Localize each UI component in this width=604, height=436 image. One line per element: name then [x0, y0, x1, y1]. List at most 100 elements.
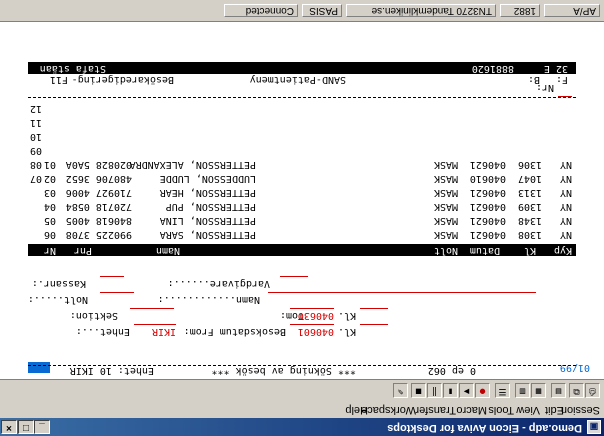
row-kod: MASK [433, 159, 458, 170]
form-vardgivare-label: Vardgivare......: [167, 278, 270, 289]
screen-id: 32 E [543, 63, 568, 74]
status-port: 1882 [500, 4, 540, 17]
row-name: PETTERSSON, PUP [165, 201, 256, 212]
minimize-button[interactable]: _ [34, 420, 50, 434]
form-enhet-value[interactable]: IKIR [152, 325, 176, 337]
row-kod: MASK [433, 173, 458, 184]
list-icon[interactable]: ☰ [495, 383, 510, 398]
disk-icon[interactable]: ▦ [531, 383, 546, 398]
menu-macro[interactable]: Macro [456, 404, 487, 416]
empty-row-nr: 11 [29, 117, 42, 128]
script-icon[interactable]: ✎ [393, 383, 408, 398]
step-icon[interactable]: ▮ [443, 383, 458, 398]
row-nr[interactable]: 06 [44, 228, 56, 240]
empty-row-nr: 08 [29, 159, 42, 170]
row-kod: MASK [433, 215, 458, 226]
col-nr: Nr [43, 245, 56, 256]
form-enhet-label: Enhet...: [75, 326, 130, 337]
status-mode: PASIS [302, 4, 342, 17]
sektion-underline [130, 308, 174, 309]
form-namn-label: Namn............: [157, 294, 260, 305]
stop-icon[interactable]: ■ [411, 383, 426, 398]
menu-session[interactable]: Session [561, 404, 600, 416]
form-from-value[interactable]: 040601 [298, 325, 334, 337]
row-typ: NY [559, 229, 572, 240]
enhet-underline [134, 324, 176, 325]
row-datum: 040610 [469, 173, 506, 184]
row-nr[interactable]: 04 [44, 200, 56, 212]
row-pnr: 990225 3708 [65, 229, 132, 240]
row-kod: MASK [433, 229, 458, 240]
form-tom-value[interactable]: 040630 [298, 309, 334, 321]
row-name: PETTERSSON, LINA [159, 215, 256, 226]
terminal-screen[interactable]: 01/99 0 ep 062 *** Sökning av besök *** … [0, 22, 604, 379]
copy-icon[interactable]: ⧉ [569, 383, 584, 398]
kassanr-underline [100, 276, 124, 277]
namn-underline [268, 292, 536, 293]
close-button[interactable]: × [1, 420, 17, 434]
row-pnr: 480706 3652 [65, 173, 132, 184]
row-datum: 040621 [469, 201, 506, 212]
row-pnr: 720718 0584 [65, 201, 132, 212]
print-icon[interactable]: ⎙ [585, 383, 600, 398]
menu-view[interactable]: View [516, 404, 540, 416]
form-besok-label: Besoksdatum From: [183, 326, 286, 337]
row-kl: 1313 [517, 187, 542, 198]
row-pnr: 840618 4005 [65, 215, 132, 226]
row-nr[interactable]: 03 [44, 186, 56, 198]
terminal-icon: ▣ [587, 420, 601, 434]
maximize-button[interactable]: □ [18, 420, 34, 434]
kl2-underline [360, 324, 388, 325]
page-indicator: 01/99 [559, 362, 590, 373]
row-typ: NY [559, 187, 572, 198]
row-nr[interactable]: 01 [44, 158, 56, 170]
nolt-underline [100, 292, 134, 293]
play-icon[interactable]: ▶ [459, 383, 474, 398]
row-typ: NY [559, 201, 572, 212]
vardgivare-underline [280, 276, 308, 277]
window-title: Demo.adp - Eicon Aviva for Desktops [387, 422, 582, 434]
menu-edit[interactable]: Edit [545, 404, 564, 416]
menu-tools[interactable]: Tools [488, 404, 514, 416]
col-namn: Namn [155, 245, 180, 256]
row-nr[interactable]: 05 [44, 214, 56, 226]
menu-workspace[interactable]: Workspace [361, 404, 416, 416]
form-kassanr-label: Kassanr.: [31, 278, 86, 289]
menu-bar: Session Edit View Tools Macro Transfer W… [0, 399, 604, 418]
row-kl: 1308 [517, 229, 542, 240]
record-icon[interactable]: ● [475, 383, 490, 398]
f-label: F: [555, 74, 568, 85]
screen-code: 8881620 [471, 63, 514, 74]
kl-underline [360, 308, 388, 309]
row-nr[interactable]: 02 [44, 172, 56, 184]
menu-help[interactable]: Help [345, 404, 368, 416]
row-name: LUDDESSON, LUDDE [159, 173, 256, 184]
footer-enhet: Enhet: 10 IKIR [69, 365, 154, 376]
row-pnr: 020828 5A0A [65, 159, 132, 170]
cursor-field[interactable] [28, 362, 50, 373]
nr-underline [558, 96, 572, 97]
row-kl: 1348 [517, 215, 542, 226]
row-kl: 1309 [517, 201, 542, 212]
clipboard-icon[interactable]: ▥ [515, 383, 530, 398]
status-bar: AP/A 1882 TN3270 Tandemkliniken.se PASIS… [0, 0, 604, 22]
empty-row-nr: 10 [29, 131, 42, 142]
pause-icon[interactable]: ‖ [427, 383, 442, 398]
pf-key[interactable]: F11 [50, 73, 68, 85]
col-kl: Kl [523, 245, 536, 256]
col-kod: Nolt [433, 245, 458, 256]
menu-transfer[interactable]: Transfer [415, 404, 456, 416]
paste-icon[interactable]: ▤ [551, 383, 566, 398]
tom-underline [290, 308, 334, 309]
form-sektion-label: Sektion: [69, 310, 118, 321]
row-kod: MASK [433, 201, 458, 212]
row-datum: 040621 [469, 187, 506, 198]
status-keyboard: AP/A [544, 4, 600, 17]
screen-title: Stafa stäan [39, 63, 106, 74]
row-datum: 040621 [469, 159, 506, 170]
form-nolt-label: Nolt.....: [27, 294, 88, 305]
row-name: PETTERSSON, SARA [159, 229, 256, 240]
pf-label: -Besökaredigering [71, 74, 174, 85]
row-kl: 1306 [517, 159, 542, 170]
row-kod: MASK [433, 187, 458, 198]
